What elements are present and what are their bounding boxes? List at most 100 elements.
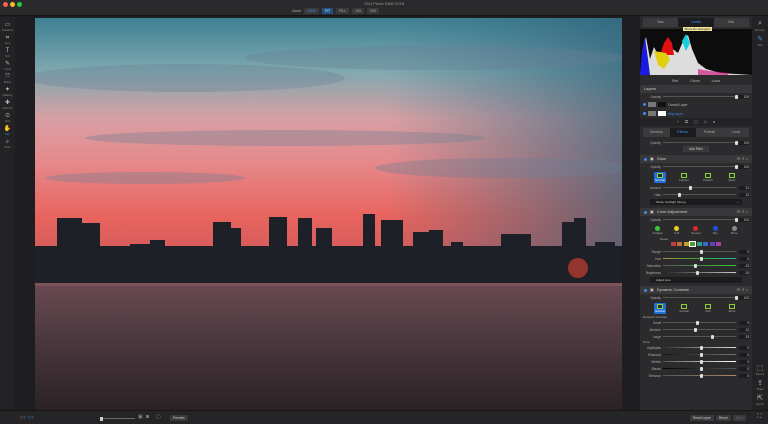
module-browse[interactable]: ⌕ Browse [752,20,768,32]
slider-track[interactable] [663,164,738,169]
module-export[interactable]: ⇱ Export [752,394,768,406]
next-button[interactable]: Next [733,415,746,421]
slider-shadows[interactable]: Shadows 0 [640,351,752,358]
slider-track[interactable] [663,256,736,261]
layers-header[interactable]: Layers [640,85,752,93]
layers-opacity-slider[interactable]: Opacity 100 [640,93,752,100]
slider-knob[interactable] [688,185,692,190]
tool-transform[interactable]: ▭ Transform [2,22,14,32]
slider-value[interactable]: 0 [739,256,749,261]
slider-knob[interactable] [699,352,703,357]
slider-value[interactable]: -13 [739,263,749,268]
tool-crop[interactable]: ⌗ Crop [5,35,11,45]
slider-brightness[interactable]: Brightness -10 [640,269,752,276]
slider-track[interactable] [663,327,736,332]
slider-knob[interactable] [699,359,703,364]
channel-luma[interactable]: Luma [712,77,720,85]
mode-lighten[interactable]: Lighten [678,172,690,182]
slider-knob[interactable] [711,334,715,339]
channel-colors[interactable]: Colors [690,77,700,85]
photo-canvas[interactable] [35,18,622,410]
copy-icon[interactable]: ▢ [694,118,698,126]
slider-value[interactable]: -10 [739,270,749,275]
slider-track[interactable] [663,366,736,371]
zoom-fit-button[interactable]: FIT [321,8,334,14]
slider-large[interactable]: Large 33 [640,333,752,340]
slider-track[interactable] [663,185,736,190]
slider-knob[interactable] [699,256,703,261]
mode-surreal[interactable]: Surreal [678,303,690,313]
slider-value[interactable]: 31 [739,185,749,190]
slider-vibrance[interactable]: Vibrance 0 [640,372,752,379]
tab-portrait[interactable]: Portrait [696,128,723,137]
color-swatch[interactable] [677,242,683,246]
filter-options-icons[interactable]: ⚙↺× [737,286,749,294]
slider-knob[interactable] [693,263,697,268]
tool-pan[interactable]: ✋ Pan [4,126,11,136]
tab-info[interactable]: Info [714,18,749,27]
color-adjustment-header[interactable]: ▣ Color Adjustment ⚙↺× [640,208,752,216]
filter-enable-toggle[interactable] [644,210,647,214]
filter-enable-toggle[interactable] [644,157,647,161]
slider-value[interactable]: 100 [739,217,749,222]
color-swatch[interactable] [689,241,697,247]
zoom-value-select[interactable]: 100% [303,8,319,14]
slider-highlights[interactable]: Highlights 0 [640,344,752,351]
tool-local[interactable]: ✎ Local [4,61,10,71]
preview-button[interactable]: Preview [170,415,188,421]
merge-icon[interactable]: ◇ [704,118,707,126]
preset-more[interactable]: More [728,225,740,235]
tab-develop[interactable]: Develop [643,128,670,137]
filter-enable-toggle[interactable] [644,288,647,292]
mode-natural[interactable]: Natural [654,302,666,314]
slider-track[interactable] [663,295,738,300]
slider-track[interactable] [663,334,736,339]
slider-value[interactable]: 33 [739,334,749,339]
layer-row[interactable]: Bkg Layer [640,109,752,118]
slider-opacity[interactable]: Opacity 100 [640,216,752,223]
preset-foliage[interactable]: Foliage [652,225,664,235]
slider-medium[interactable]: Medium 12 [640,326,752,333]
slider-saturation[interactable]: Saturation -13 [640,262,752,269]
slider-value[interactable]: 0 [739,373,749,378]
effects-opacity-slider[interactable]: Opacity 100 [640,139,752,146]
tool-masking[interactable]: ✦ Masking [3,87,13,97]
slider-range[interactable]: Range 0 [640,248,752,255]
slider-track[interactable] [663,320,736,325]
slider-value[interactable]: 100 [739,295,749,300]
mode-darken[interactable]: Darken [702,172,714,182]
slider-amount[interactable]: Amount 31 [640,184,752,191]
slider-blacks[interactable]: Blacks 0 [640,365,752,372]
mode-soft[interactable]: Soft [702,303,714,313]
tab-nav[interactable]: Nav [643,18,678,27]
module-share[interactable]: ⇪ Share [752,379,768,391]
slider-whites[interactable]: Whites 0 [640,358,752,365]
color-swatch[interactable] [683,242,689,246]
mode-more[interactable]: More [726,172,738,182]
reset-layer-button[interactable]: Reset Layer [690,415,714,421]
tool-refine[interactable]: ⤧ Refine [4,74,12,84]
mask-view-icon[interactable]: ◙ [146,414,149,420]
slider-knob[interactable] [699,345,703,350]
slider-opacity[interactable]: Opacity 100 [640,294,752,301]
slider-track[interactable] [663,345,736,350]
filter-options-icons[interactable]: ⚙↺× [737,155,749,163]
slider-value[interactable]: 0 [739,352,749,357]
module-edit[interactable]: ✎ Edit [752,35,768,47]
compare-view-icon[interactable]: ▭ [28,414,34,421]
slider-value[interactable]: 100 [739,140,749,145]
slider-hue[interactable]: Hue 0 [640,255,752,262]
zoom-fill-button[interactable]: FILL [336,8,350,14]
add-filter-button[interactable]: Add Filter [683,146,709,152]
slider-value[interactable]: 100 [739,94,749,99]
thumbnail-size-slider[interactable] [100,416,135,421]
adjust-hue-button[interactable]: Adjust Hue [650,277,742,283]
preset-sky[interactable]: Sky [709,225,721,235]
slider-value[interactable]: 0 [739,359,749,364]
slider-knob[interactable] [695,270,699,275]
fullscreen-icon[interactable]: ⛶ [757,414,761,421]
tab-effects[interactable]: Effects [669,128,696,137]
dynamic-contrast-header[interactable]: ▣ Dynamic Contrast ⚙↺× [640,286,752,294]
before-after-icon[interactable]: ▣ [138,414,143,420]
filter-options-icons[interactable]: ⚙↺× [737,208,749,216]
